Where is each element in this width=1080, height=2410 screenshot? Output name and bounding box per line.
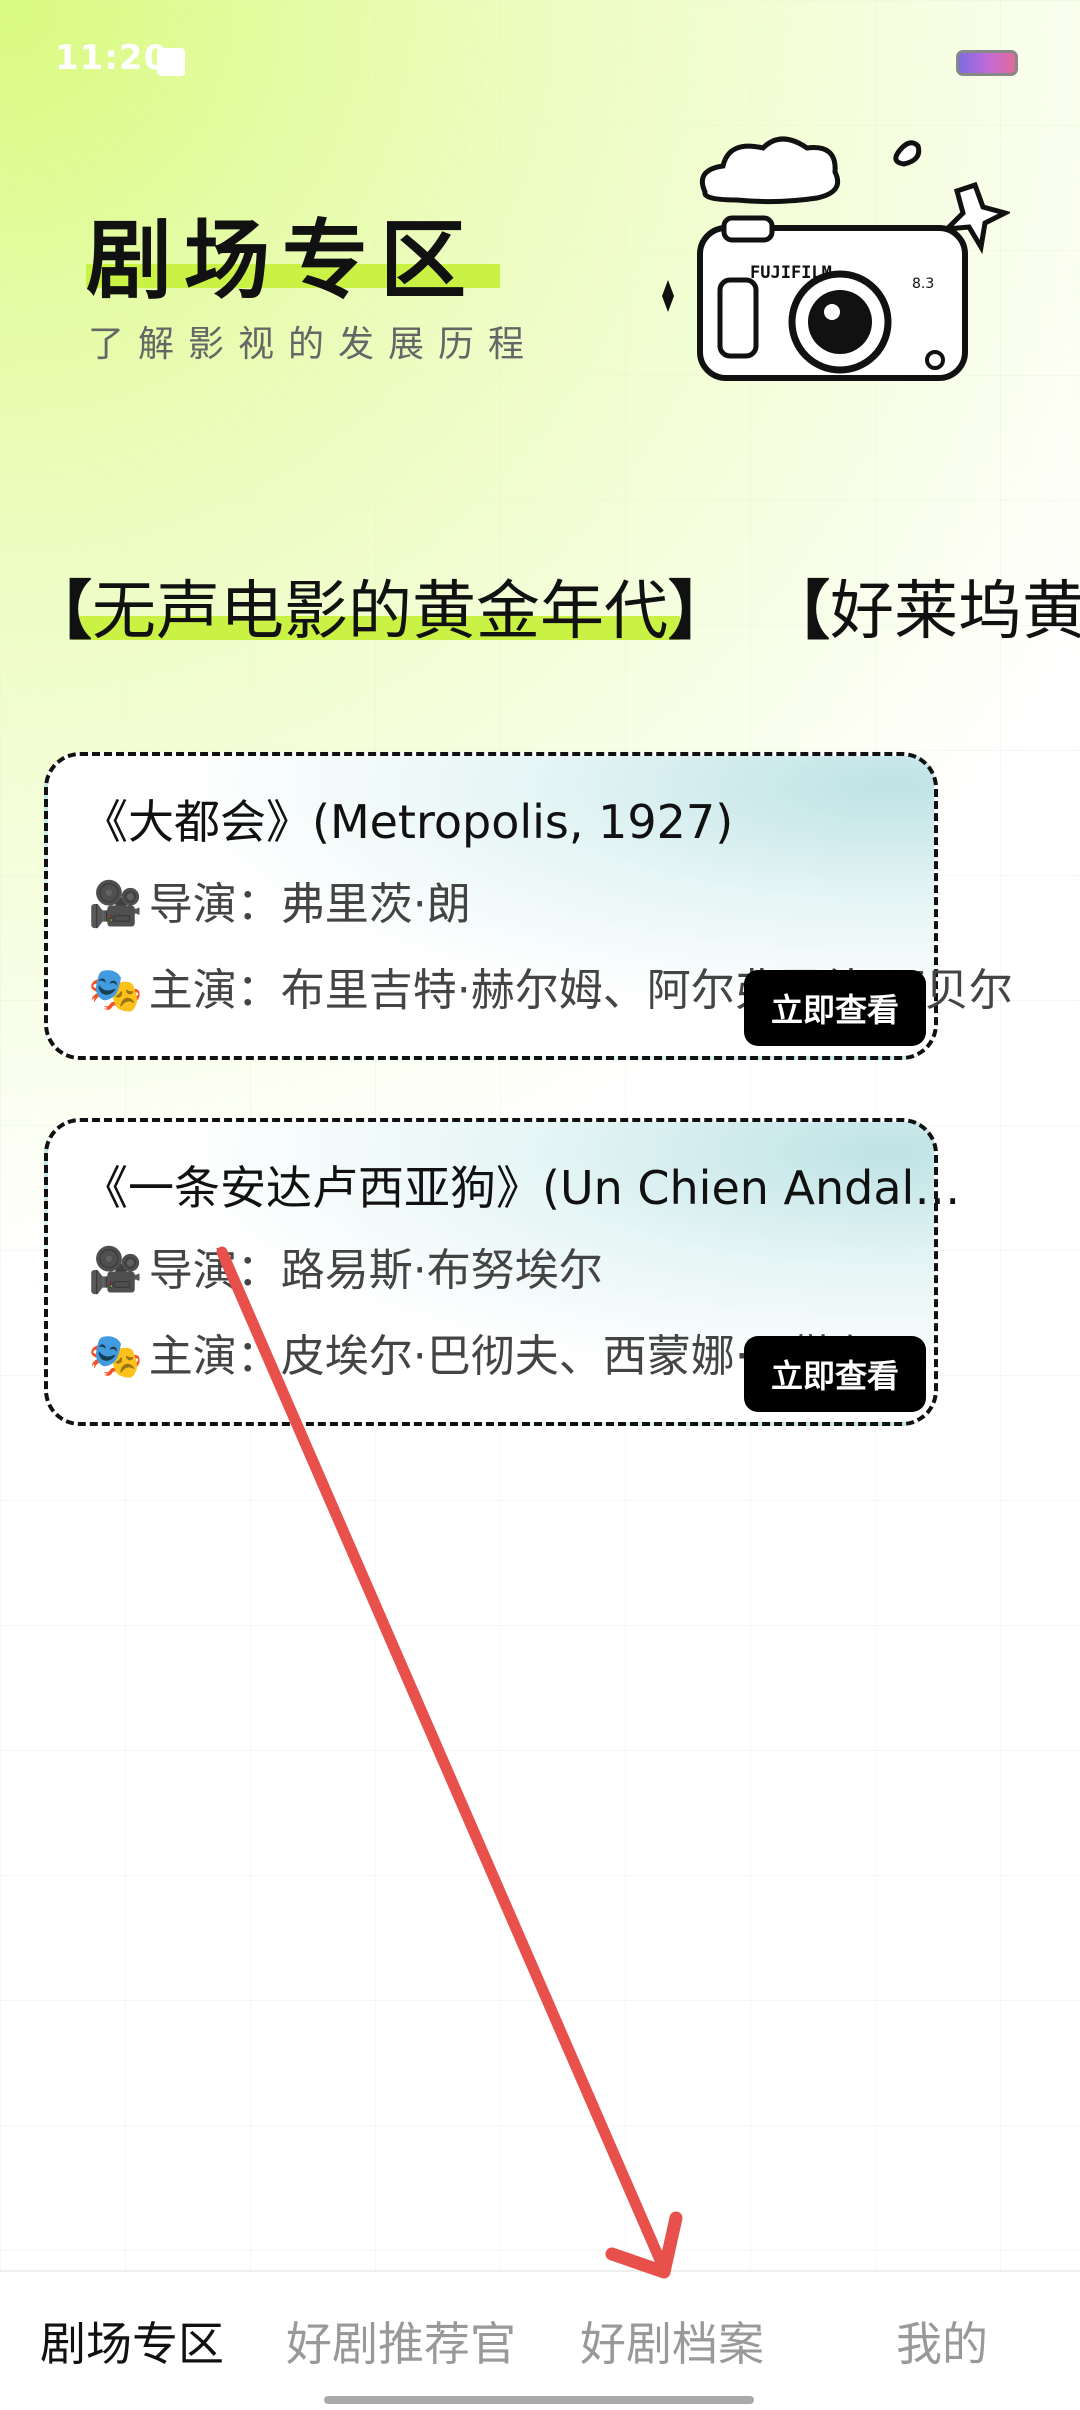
bracket-left-icon: 【 bbox=[28, 575, 92, 649]
tab-hollywood-era[interactable]: 【好莱坞黄 bbox=[766, 560, 1080, 652]
nav-theater-zone[interactable]: 剧场专区 bbox=[40, 2308, 224, 2374]
theater-masks-icon: 🎭 bbox=[88, 1331, 143, 1382]
camera-illustration-icon: FUJIFILM 8.3 bbox=[662, 136, 1010, 381]
director-text: 导演：弗里茨·朗 bbox=[148, 879, 471, 930]
tab-label: 好莱坞黄 bbox=[830, 575, 1080, 649]
tab-label: 无声电影的黄金年代 bbox=[92, 575, 668, 649]
battery-icon bbox=[956, 50, 1018, 76]
view-now-button[interactable]: 立即查看 bbox=[744, 970, 926, 1046]
bottom-nav: 剧场专区 好剧推荐官 好剧档案 我的 bbox=[0, 2270, 1080, 2410]
film-projector-icon: 🎥 bbox=[88, 879, 143, 930]
camera-number-text: 8.3 bbox=[912, 276, 934, 292]
director-text: 导演：路易斯·布努埃尔 bbox=[148, 1245, 603, 1296]
movie-card[interactable]: 《大都会》(Metropolis, 1927) 🎥 导演：弗里茨·朗 🎭 主演：布里… bbox=[44, 752, 1013, 1060]
movie-director: 🎥 导演：路易斯·布努埃尔 bbox=[88, 1234, 603, 1298]
film-projector-icon: 🎥 bbox=[88, 1245, 143, 1296]
tab-silent-era[interactable]: 【无声电影的黄金年代】 bbox=[28, 560, 732, 652]
status-time: 11:20 bbox=[55, 38, 169, 78]
movie-director: 🎥 导演：弗里茨·朗 bbox=[88, 868, 471, 932]
calendar-notification-icon bbox=[157, 48, 185, 76]
bracket-left-icon: 【 bbox=[766, 575, 830, 649]
view-now-button[interactable]: 立即查看 bbox=[744, 1336, 926, 1412]
status-bar: 11:20 bbox=[0, 0, 1080, 120]
bracket-right-icon: 】 bbox=[668, 575, 732, 649]
page-title: 剧场专区 bbox=[86, 211, 478, 311]
home-indicator[interactable] bbox=[324, 2396, 754, 2404]
nav-drama-recommender[interactable]: 好剧推荐官 bbox=[286, 2308, 516, 2374]
page-subtitle: 了解影视的发展历程 bbox=[88, 324, 539, 365]
nav-me[interactable]: 我的 bbox=[896, 2308, 988, 2374]
movie-cast: 🎭 主演：皮埃尔·巴彻夫、西蒙娜·马勒伊 bbox=[88, 1320, 1078, 1384]
movie-title: 《一条安达卢西亚狗》(Un Chien Andalou, 1929) bbox=[82, 1161, 982, 1215]
movie-card[interactable]: 《一条安达卢西亚狗》(Un Chien Andalou, 1929) 🎥导演：路… bbox=[44, 1118, 982, 1426]
movie-cast: 🎭 主演：布里吉特·赫尔姆、阿尔弗雷德·阿贝尔 bbox=[88, 954, 1078, 1018]
movie-title: 《大都会》(Metropolis, 1927) bbox=[82, 795, 734, 849]
theater-masks-icon: 🎭 bbox=[88, 965, 143, 1016]
nav-drama-archive[interactable]: 好剧档案 bbox=[580, 2308, 764, 2374]
